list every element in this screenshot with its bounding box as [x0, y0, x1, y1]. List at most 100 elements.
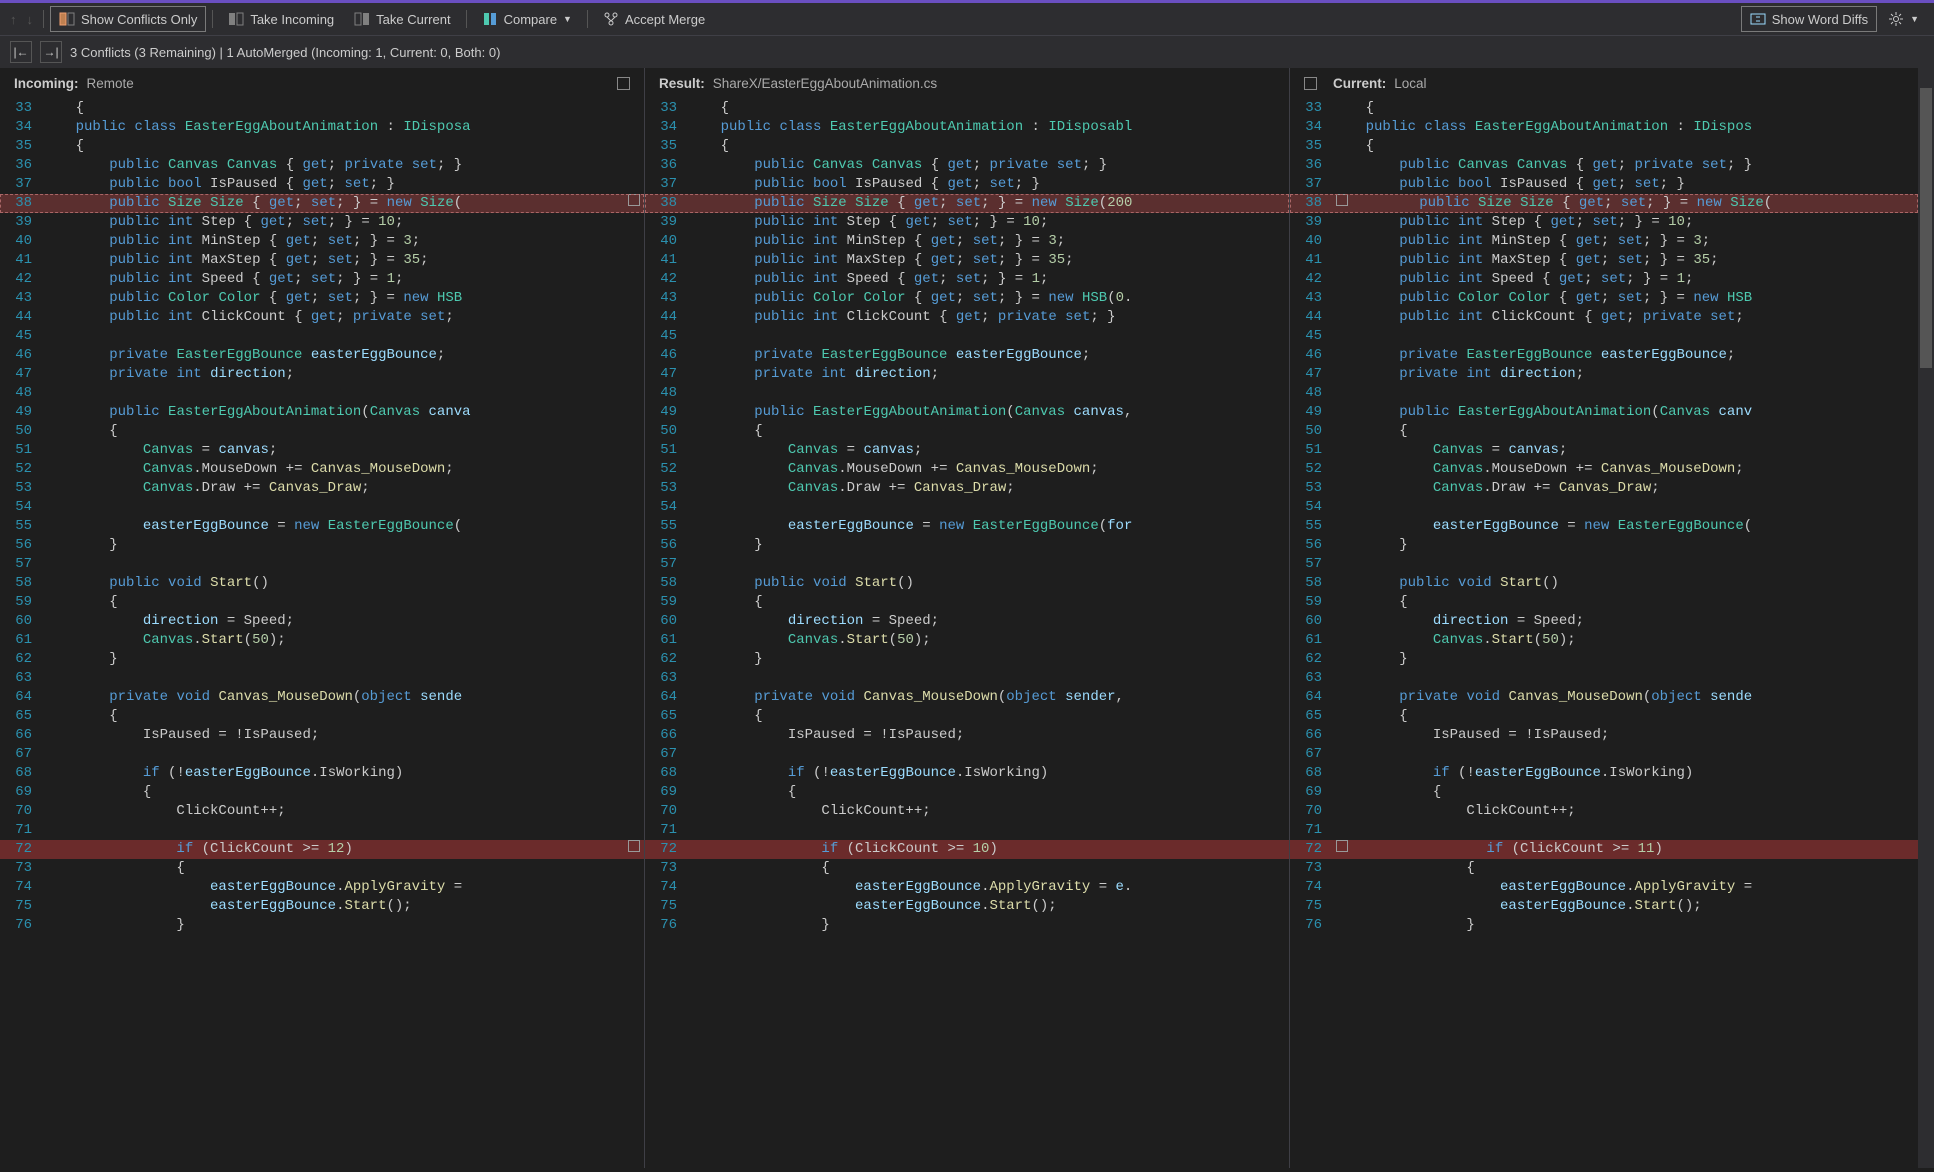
- line-number: 52: [0, 460, 42, 479]
- line-text: private EasterEggBounce easterEggBounce;: [42, 346, 644, 365]
- line-number: 64: [645, 688, 687, 707]
- incoming-code[interactable]: 33 {34 public class EasterEggAboutAnimat…: [0, 99, 644, 1168]
- code-line: 35 {: [645, 137, 1289, 156]
- code-line: 68 if (!easterEggBounce.IsWorking): [0, 764, 644, 783]
- code-line: 51 Canvas = canvas;: [1290, 441, 1918, 460]
- code-line: 62 }: [645, 650, 1289, 669]
- conflict-checkbox[interactable]: [628, 194, 640, 206]
- line-text: public int MaxStep { get; set; } = 35;: [687, 251, 1289, 270]
- line-text: public int MinStep { get; set; } = 3;: [42, 232, 644, 251]
- code-line: 66 IsPaused = !IsPaused;: [0, 726, 644, 745]
- take-current-button[interactable]: Take Current: [345, 6, 459, 32]
- line-number: 35: [1290, 137, 1332, 156]
- compare-button[interactable]: Compare ▼: [473, 6, 581, 32]
- line-number: 44: [645, 308, 687, 327]
- code-line: 70 ClickCount++;: [645, 802, 1289, 821]
- code-line: 55 easterEggBounce = new EasterEggBounce…: [1290, 517, 1918, 536]
- line-text: [687, 669, 1289, 688]
- line-text: easterEggBounce.ApplyGravity = e.: [687, 878, 1289, 897]
- accept-merge-button[interactable]: Accept Merge: [594, 6, 714, 32]
- code-line: 54: [645, 498, 1289, 517]
- down-arrow-icon[interactable]: ↓: [23, 10, 38, 29]
- code-line: 47 private int direction;: [645, 365, 1289, 384]
- code-line: 72 if (ClickCount >= 11): [1290, 840, 1918, 859]
- code-line: 64 private void Canvas_MouseDown(object …: [645, 688, 1289, 707]
- result-code[interactable]: 33 {34 public class EasterEggAboutAnimat…: [645, 99, 1289, 1168]
- line-text: Canvas.MouseDown += Canvas_MouseDown;: [687, 460, 1289, 479]
- take-incoming-button[interactable]: Take Incoming: [219, 6, 343, 32]
- nav-last-button[interactable]: →|: [40, 41, 62, 63]
- line-number: 37: [645, 175, 687, 194]
- line-number: 48: [0, 384, 42, 403]
- code-line: 74 easterEggBounce.ApplyGravity =: [0, 878, 644, 897]
- line-number: 64: [0, 688, 42, 707]
- line-number: 72: [645, 840, 687, 859]
- line-number: 48: [1290, 384, 1332, 403]
- vertical-scrollbar[interactable]: [1918, 68, 1934, 1168]
- line-text: }: [1332, 916, 1918, 935]
- conflict-checkbox[interactable]: [628, 840, 640, 852]
- code-line: 48: [645, 384, 1289, 403]
- line-number: 57: [1290, 555, 1332, 574]
- line-text: public void Start(): [1332, 574, 1918, 593]
- nav-first-button[interactable]: |←: [10, 41, 32, 63]
- settings-button[interactable]: ▼: [1879, 6, 1928, 32]
- code-line: 39 public int Step { get; set; } = 10;: [645, 213, 1289, 232]
- line-number: 69: [1290, 783, 1332, 802]
- line-number: 55: [645, 517, 687, 536]
- line-text: public void Start(): [687, 574, 1289, 593]
- show-conflicts-only-button[interactable]: Show Conflicts Only: [50, 6, 206, 32]
- code-line: 58 public void Start(): [0, 574, 644, 593]
- line-number: 51: [0, 441, 42, 460]
- line-text: }: [687, 650, 1289, 669]
- conflict-checkbox[interactable]: [1336, 840, 1348, 852]
- line-text: }: [687, 916, 1289, 935]
- line-text: easterEggBounce.Start();: [42, 897, 644, 916]
- line-text: public int MaxStep { get; set; } = 35;: [42, 251, 644, 270]
- show-word-diffs-button[interactable]: Show Word Diffs: [1741, 6, 1877, 32]
- pane-checkbox[interactable]: [1304, 77, 1317, 90]
- line-number: 58: [645, 574, 687, 593]
- line-number: 45: [645, 327, 687, 346]
- line-text: ClickCount++;: [687, 802, 1289, 821]
- line-number: 36: [1290, 156, 1332, 175]
- line-number: 70: [645, 802, 687, 821]
- line-text: {: [42, 422, 644, 441]
- line-text: private void Canvas_MouseDown(object sen…: [42, 688, 644, 707]
- line-number: 41: [645, 251, 687, 270]
- word-diffs-icon: [1750, 11, 1766, 27]
- line-text: public Color Color { get; set; } = new H…: [687, 289, 1289, 308]
- line-text: {: [42, 137, 644, 156]
- pane-sub: Remote: [87, 76, 134, 91]
- line-number: 58: [0, 574, 42, 593]
- line-number: 74: [1290, 878, 1332, 897]
- line-text: Canvas.Start(50);: [1332, 631, 1918, 650]
- code-line: 73 {: [0, 859, 644, 878]
- line-text: [1332, 384, 1918, 403]
- current-code[interactable]: 33 {34 public class EasterEggAboutAnimat…: [1290, 99, 1918, 1168]
- code-line: 44 public int ClickCount { get; private …: [1290, 308, 1918, 327]
- line-number: 76: [645, 916, 687, 935]
- line-text: easterEggBounce = new EasterEggBounce(fo…: [687, 517, 1289, 536]
- up-arrow-icon[interactable]: ↑: [6, 10, 21, 29]
- line-number: 37: [0, 175, 42, 194]
- conflict-checkbox[interactable]: [1336, 194, 1348, 206]
- line-number: 72: [1290, 840, 1332, 859]
- line-number: 39: [645, 213, 687, 232]
- pane-checkbox[interactable]: [617, 77, 630, 90]
- line-text: private void Canvas_MouseDown(object sen…: [1332, 688, 1918, 707]
- line-text: private int direction;: [687, 365, 1289, 384]
- code-line: 44 public int ClickCount { get; private …: [0, 308, 644, 327]
- code-line: 53 Canvas.Draw += Canvas_Draw;: [645, 479, 1289, 498]
- code-line: 43 public Color Color { get; set; } = ne…: [1290, 289, 1918, 308]
- line-number: 40: [645, 232, 687, 251]
- line-text: [1332, 745, 1918, 764]
- line-text: public bool IsPaused { get; set; }: [687, 175, 1289, 194]
- line-number: 44: [1290, 308, 1332, 327]
- line-text: IsPaused = !IsPaused;: [687, 726, 1289, 745]
- line-text: ClickCount++;: [1332, 802, 1918, 821]
- line-number: 43: [0, 289, 42, 308]
- line-text: public Size Size { get; set; } = new Siz…: [1352, 194, 1918, 213]
- line-text: public int Step { get; set; } = 10;: [1332, 213, 1918, 232]
- line-number: 52: [645, 460, 687, 479]
